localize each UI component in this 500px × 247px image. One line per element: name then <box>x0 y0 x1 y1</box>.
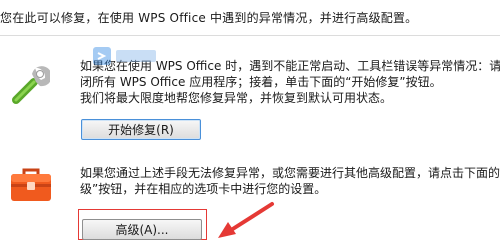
divider <box>0 35 500 36</box>
toolbox-icon <box>11 168 51 201</box>
intro-text: 您在此可以修复，在使用 WPS Office 中遇到的异常情况，并进行高级配置。 <box>0 11 418 25</box>
advanced-desc-line1: 如果您通过上述手段无法修复异常，或您需要进行其他高级配置，请点击下面的 <box>80 166 500 180</box>
watermark-logo-icon <box>93 47 156 65</box>
repair-desc-line3: 我们将最大限度地帮您修复异常，并恢复到默认可用状态。 <box>80 91 393 105</box>
wrench-icon <box>12 66 50 104</box>
start-repair-button[interactable]: 开始修复(R) <box>81 119 201 140</box>
advanced-desc-line2: 级”按钮，并在相应的选项卡中进行您的设置。 <box>80 182 327 196</box>
arrow-icon <box>218 202 274 238</box>
repair-desc-line2: 闭所有 WPS Office 应用程序；接着，单击下面的“开始修复”按钮。 <box>80 75 442 89</box>
advanced-button[interactable]: 高级(A)... <box>82 219 202 240</box>
